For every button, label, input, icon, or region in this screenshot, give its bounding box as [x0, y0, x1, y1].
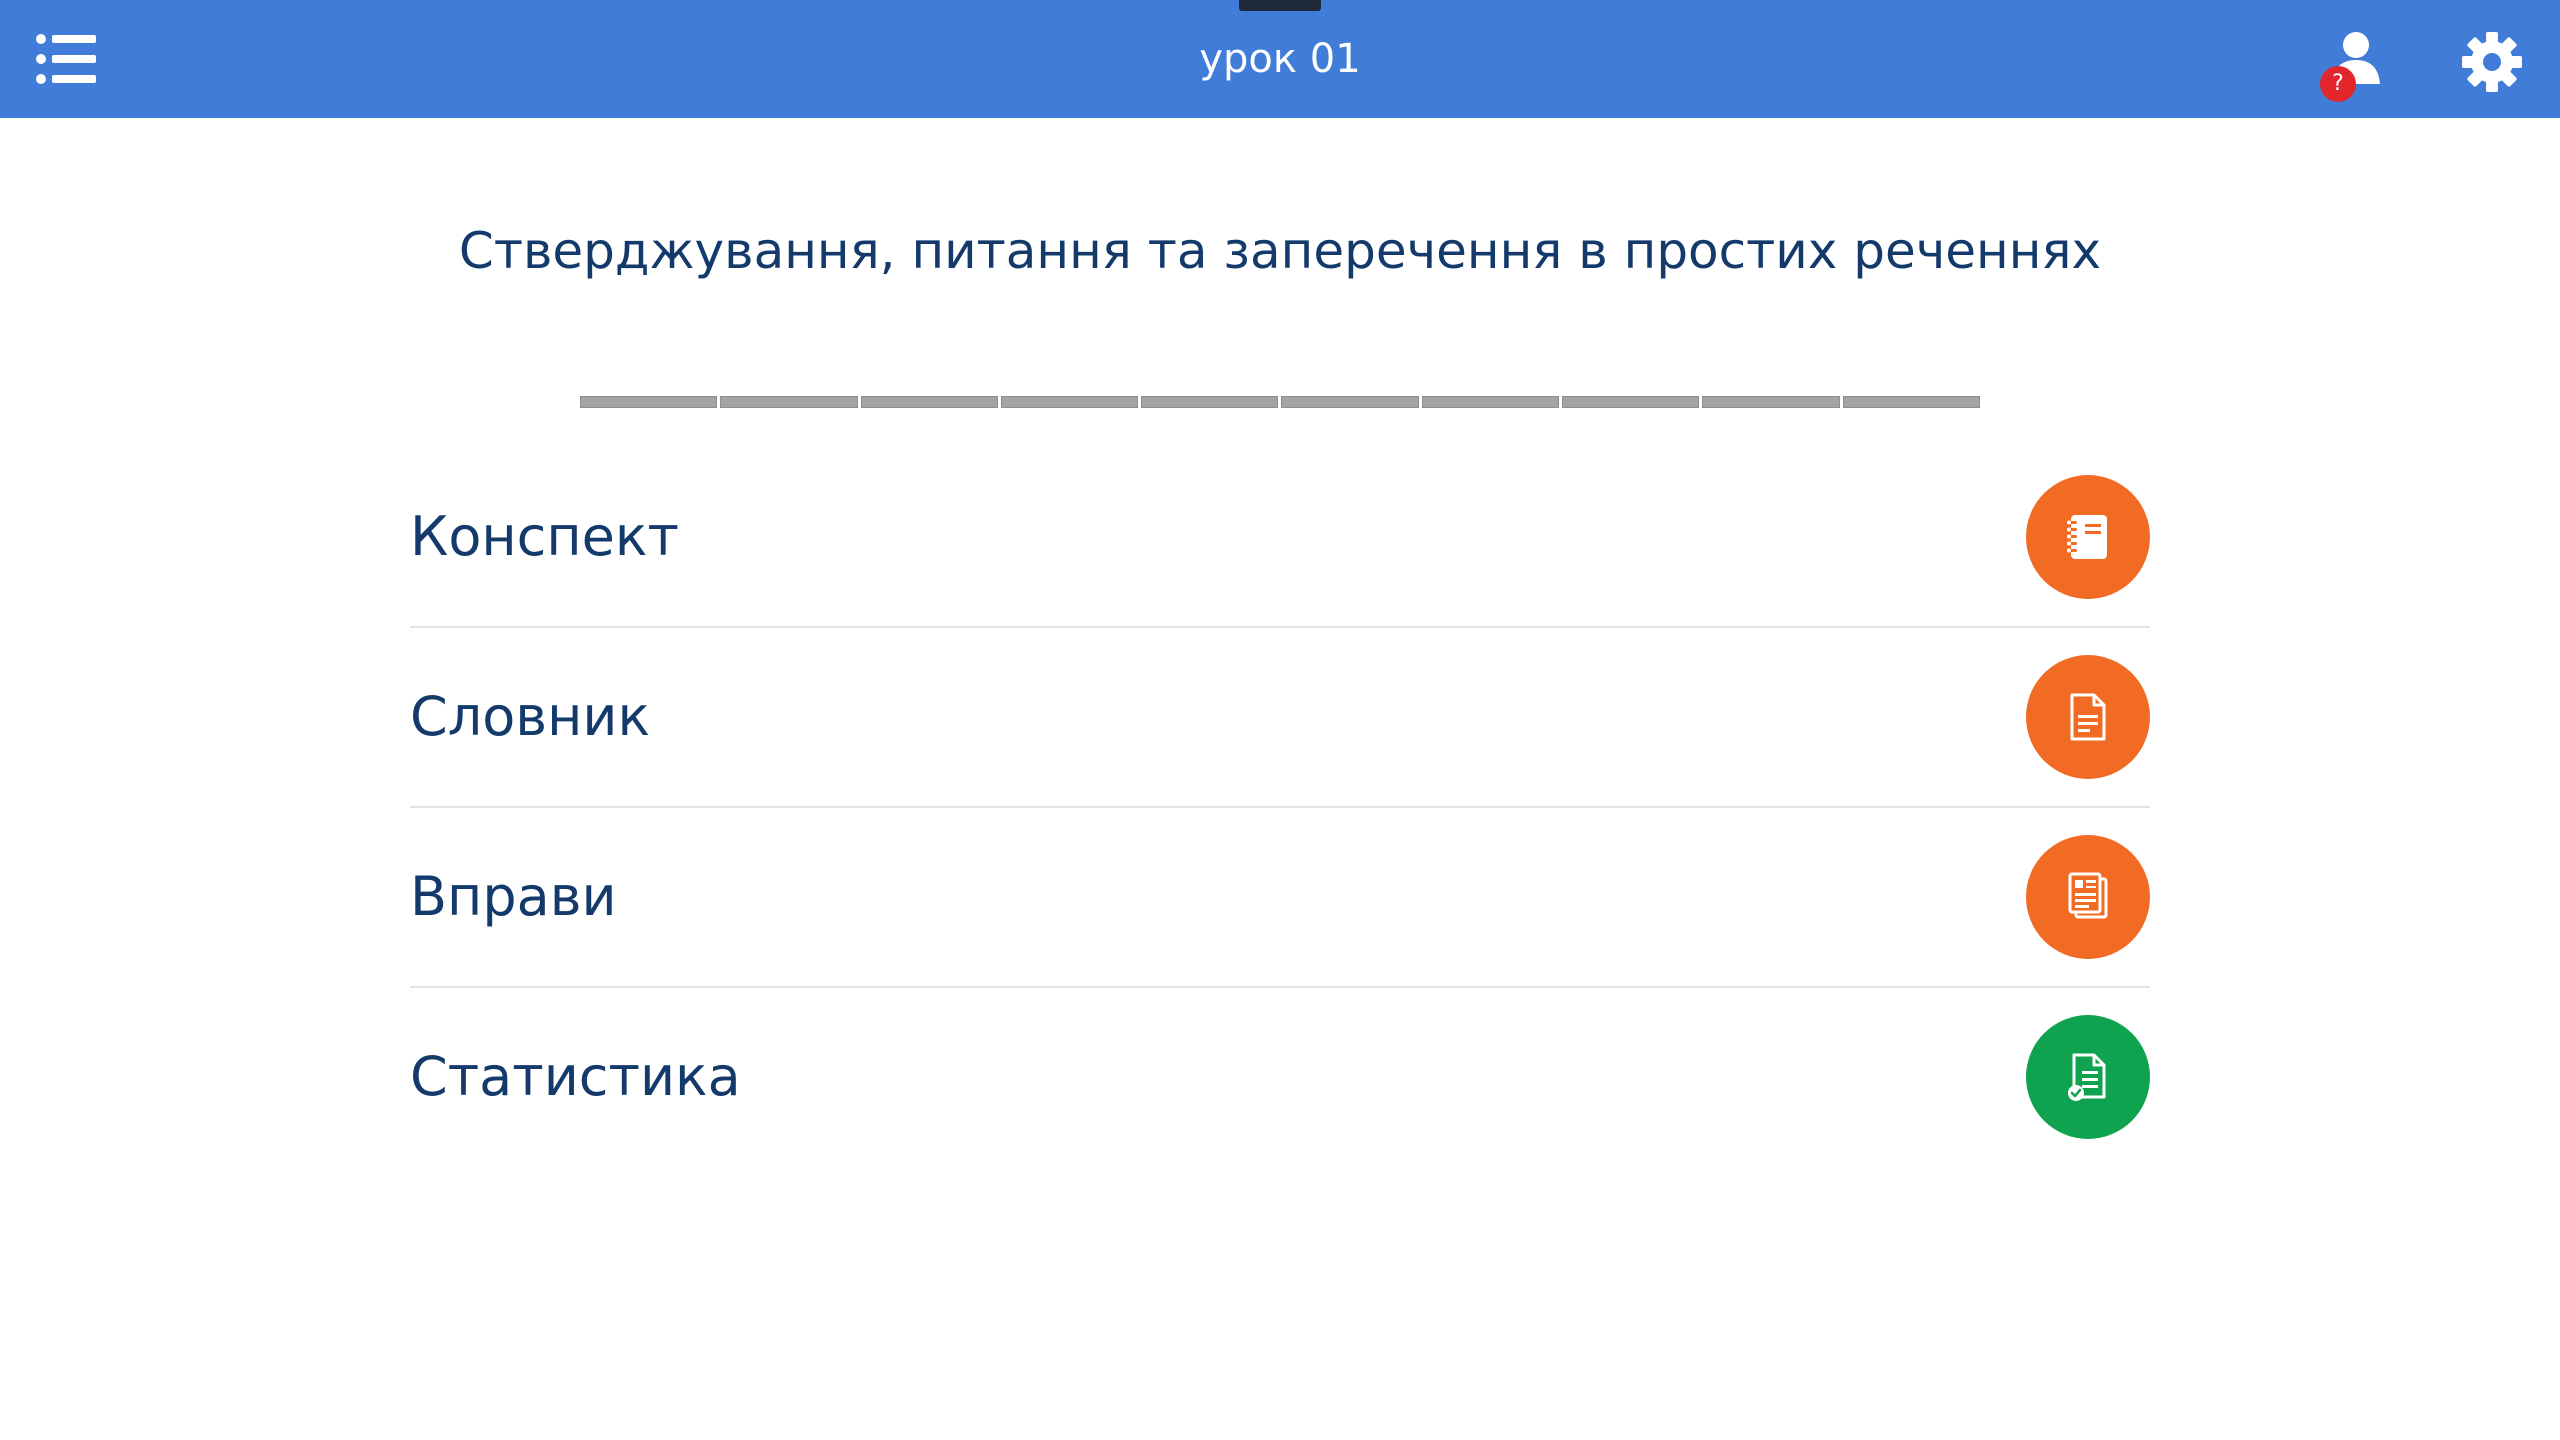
progress-segment: [1141, 396, 1279, 408]
menu-item-icon-circle: [2026, 835, 2150, 959]
document-icon: [2070, 693, 2106, 741]
lesson-title: Стверджування, питання та заперечення в …: [458, 222, 2102, 280]
progress-segment: [1562, 396, 1700, 408]
menu-item-label: Словник: [410, 685, 651, 748]
progress-segment: [580, 396, 718, 408]
menu-item-dictionary[interactable]: Словник: [410, 628, 2150, 808]
progress-segment: [720, 396, 858, 408]
top-bar: урок 01 ?: [0, 0, 2560, 118]
menu-item-statistics[interactable]: Статистика: [410, 988, 2150, 1166]
notebook-icon: [2067, 515, 2107, 559]
menu-item-label: Статистика: [410, 1045, 741, 1108]
menu-item-notes[interactable]: Конспект: [410, 448, 2150, 628]
menu-item-exercises[interactable]: Вправи: [410, 808, 2150, 988]
lesson-progress-bar: [580, 396, 1980, 410]
progress-segment: [1000, 396, 1139, 408]
settings-button[interactable]: [2460, 30, 2524, 94]
menu-item-label: Конспект: [410, 505, 679, 568]
document-check-icon: [2068, 1053, 2106, 1101]
menu-item-icon-circle: [2026, 475, 2150, 599]
gear-icon: [2462, 32, 2522, 92]
progress-segment: [860, 396, 998, 408]
camera-notch: [1239, 0, 1321, 11]
progress-segment: [1421, 396, 1560, 408]
menu-item-icon-circle: [2026, 1015, 2150, 1139]
menu-item-icon-circle: [2026, 655, 2150, 779]
header-title: урок 01: [1199, 36, 1361, 82]
lesson-menu: Конспект Словник Вправи Статистика: [410, 448, 2150, 1166]
progress-segment: [1281, 396, 1419, 408]
progress-segment: [1702, 396, 1840, 408]
user-button[interactable]: ?: [2310, 24, 2410, 104]
documents-stack-icon: [2068, 872, 2108, 919]
user-badge: ?: [2320, 66, 2356, 102]
menu-item-label: Вправи: [410, 865, 617, 928]
list-icon: [36, 34, 96, 84]
progress-segment: [1842, 396, 1980, 408]
menu-button[interactable]: [32, 26, 102, 92]
